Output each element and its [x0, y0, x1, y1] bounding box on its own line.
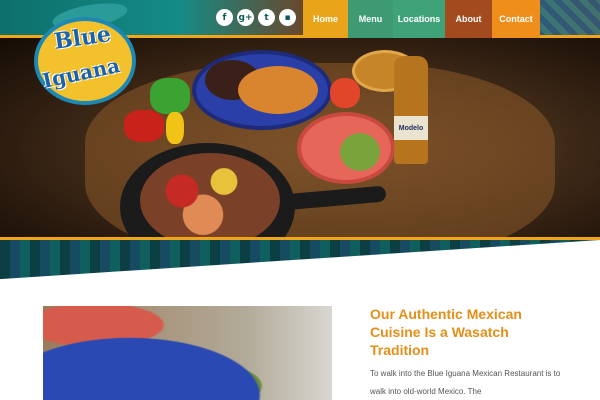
beer-bottle: Modelo — [394, 56, 428, 164]
nav-home[interactable]: Home — [303, 0, 348, 38]
fajita-meat — [140, 153, 280, 240]
nav-contact[interactable]: Contact — [492, 0, 540, 38]
nav-locations[interactable]: Locations — [393, 0, 445, 38]
site-logo[interactable]: Blue Iguana — [26, 0, 142, 116]
green-pepper — [150, 78, 190, 114]
tile-decoration — [540, 0, 600, 38]
orange-pepper — [330, 78, 360, 108]
nav-about[interactable]: About — [445, 0, 492, 38]
bottle-label: Modelo — [394, 116, 428, 140]
section-heading: Our Authentic Mexican Cuisine Is a Wasat… — [370, 306, 522, 358]
yellow-pepper — [166, 112, 184, 144]
chat-icon[interactable]: ▪ — [279, 9, 296, 26]
nav-menu[interactable]: Menu — [348, 0, 393, 38]
facebook-icon[interactable]: f — [216, 9, 233, 26]
guacamole — [340, 133, 380, 171]
section-body-text: To walk into the Blue Iguana Mexican Res… — [370, 369, 561, 396]
main-nav: Home Menu Locations About Contact — [303, 0, 540, 38]
food-photo — [43, 306, 332, 400]
google-plus-icon[interactable]: g+ — [237, 9, 254, 26]
twitter-icon[interactable]: t — [258, 9, 275, 26]
rice — [238, 66, 318, 114]
social-links: f g+ t ▪ — [216, 9, 296, 26]
